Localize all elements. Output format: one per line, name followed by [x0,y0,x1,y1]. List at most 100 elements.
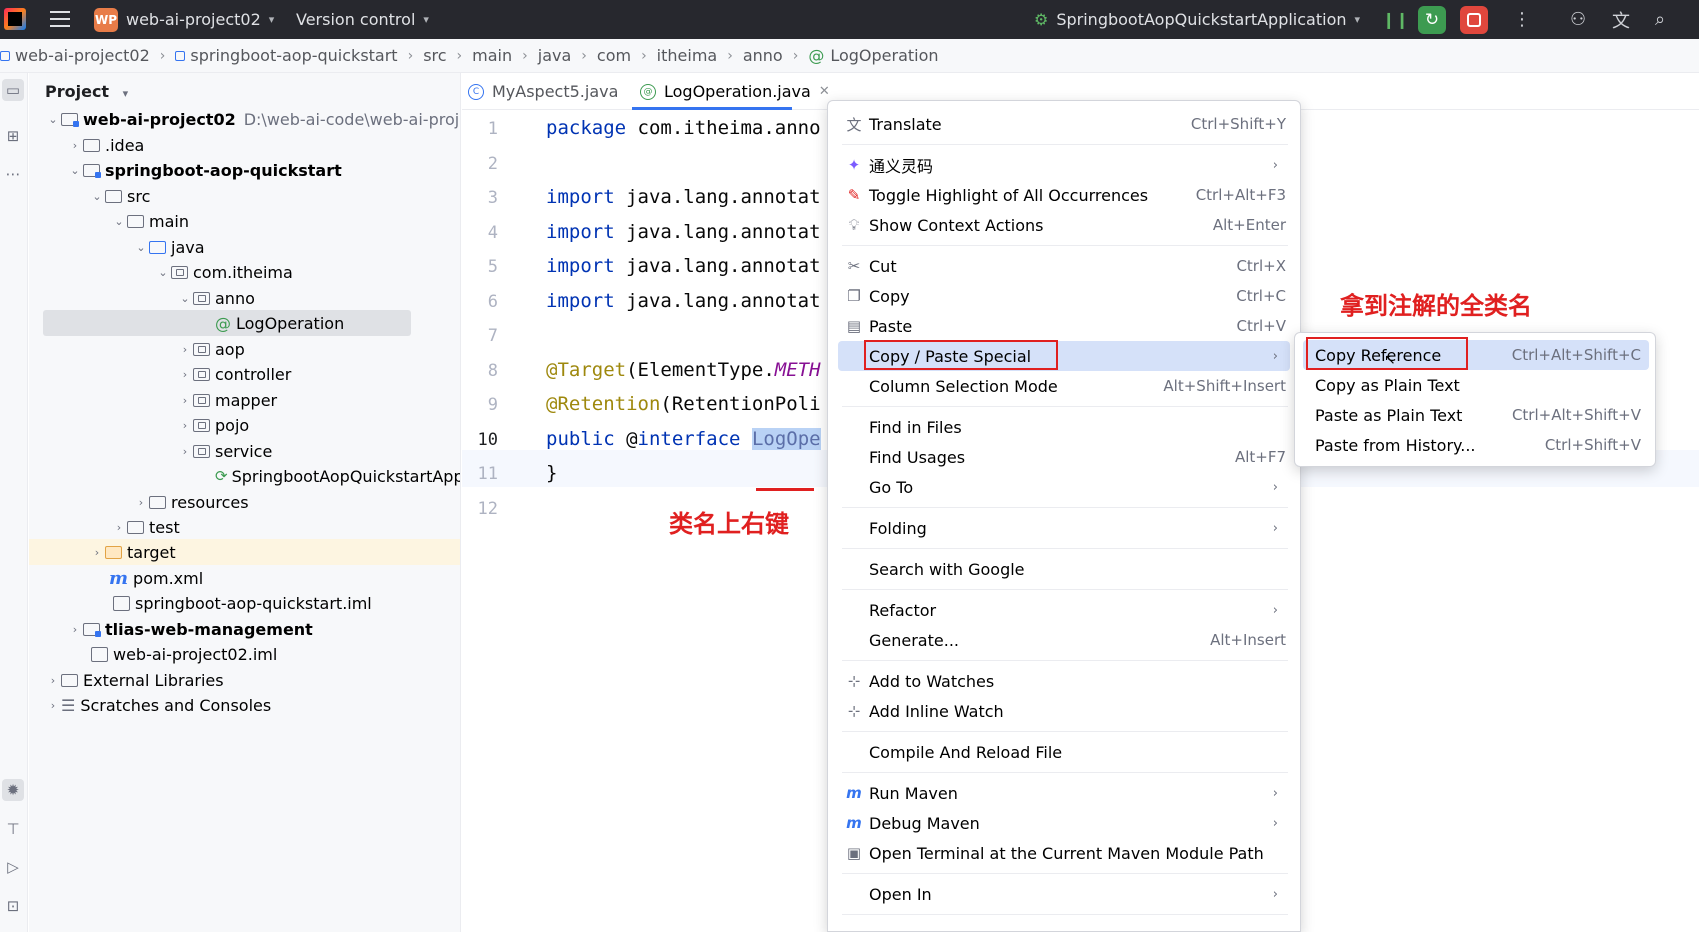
code-line[interactable]: public @interface LogOpe [546,428,821,450]
project-pane-title[interactable]: Project ▾ [45,82,128,101]
tongyi-icon: ✦ [847,156,861,174]
tree-item-springboot-aop-quickstart[interactable]: ⌄ springboot-aop-quickstart [29,157,460,183]
menu-item-find-usages[interactable]: Find Usages Alt+F7 [838,442,1290,472]
menu-item-run-maven[interactable]: m Run Maven › [838,778,1290,808]
annotation-icon: @ [215,313,231,333]
menu-item-translate[interactable]: 文 Translate Ctrl+Shift+Y [838,109,1290,139]
services-tool-icon[interactable]: ▷ [2,856,24,878]
menu-item-open-terminal[interactable]: ▣ Open Terminal at the Current Maven Mod… [838,838,1290,868]
tree-item-controller[interactable]: › controller [29,361,460,387]
menu-item-debug-maven[interactable]: m Debug Maven › [838,808,1290,838]
tab-logoperation[interactable]: @ LogOperation.java ✕ [640,73,830,110]
code-line[interactable]: } [546,462,557,484]
pause-icon[interactable]: ❙❙ [1382,0,1409,39]
close-icon[interactable]: ✕ [819,84,830,99]
tree-item-test[interactable]: › test [29,514,460,540]
tree-item-main[interactable]: ⌄ main [29,208,460,234]
more-tools-icon[interactable]: ⋯ [2,163,24,185]
breadcrumb-item[interactable]: com [597,46,631,65]
project-switcher[interactable]: WP web-ai-project02 ▾ [94,0,274,39]
menu-item-generate[interactable]: Generate... Alt+Insert [838,625,1290,655]
menu-item-paste[interactable]: ▤ Paste Ctrl+V [838,311,1290,341]
menu-item-column-selection[interactable]: Column Selection Mode Alt+Shift+Insert [838,371,1290,401]
menu-separator [842,660,1288,661]
menu-item-cut[interactable]: ✂ Cut Ctrl+X [838,251,1290,281]
run-config-selector[interactable]: ⚙ SpringbootAopQuickstartApplication ▾ [1034,0,1360,39]
code-line[interactable]: import java.lang.annotat [546,221,821,243]
maven-file-icon: m [109,567,129,589]
menu-item-copy[interactable]: ❐ Copy Ctrl+C [838,281,1290,311]
code-line[interactable]: import java.lang.annotat [546,255,821,277]
menu-item-find-in-files[interactable]: Find in Files [838,412,1290,442]
vcs-widget[interactable]: Version control ▾ [296,0,429,39]
submenu-item-copy-plain-text[interactable]: Copy as Plain Text [1303,370,1649,400]
folder-icon [83,138,100,152]
tree-item-external-libraries[interactable]: › External Libraries [29,667,460,693]
chevron-right-icon: › [522,47,528,64]
annotation-note: 类名上右键 [669,510,789,538]
tree-item-idea[interactable]: › .idea [29,132,460,158]
tab-myaspect5[interactable]: C MyAspect5.java [468,73,618,110]
add-user-icon[interactable]: ⚇ [1570,0,1586,39]
menu-separator [842,144,1288,145]
tree-item-aop[interactable]: › aop [29,336,460,362]
tree-item-java[interactable]: ⌄ java [29,234,460,260]
tree-item-src[interactable]: ⌄ src [29,183,460,209]
chevron-down-icon: ▾ [122,87,129,100]
tree-item-project-iml[interactable]: web-ai-project02.iml [29,641,460,667]
menu-item-folding[interactable]: Folding › [838,513,1290,543]
breadcrumb-item[interactable]: java [538,46,572,65]
menu-item-add-inline-watch[interactable]: ⊹ Add Inline Watch [838,696,1290,726]
tree-item-anno[interactable]: ⌄ anno [29,285,460,311]
stop-button[interactable] [1460,0,1488,39]
tree-item-tlias-web-management[interactable]: › tlias-web-management [29,616,460,642]
breadcrumb-item[interactable]: web-ai-project02 [0,46,150,65]
submenu-item-paste-history[interactable]: Paste from History... Ctrl+Shift+V [1303,430,1649,460]
project-tool-icon[interactable]: ▭ [2,79,24,101]
tree-item-target[interactable]: › target [29,539,460,565]
more-actions-icon[interactable]: ⋮ [1513,0,1531,39]
menu-item-search-google[interactable]: Search with Google [838,554,1290,584]
breadcrumb-item[interactable]: springboot-aop-quickstart [175,46,398,65]
menu-item-go-to[interactable]: Go To › [838,472,1290,502]
tree-item-mapper[interactable]: › mapper [29,387,460,413]
structure-tool-icon[interactable]: ⊞ [2,125,24,147]
tree-item-scratches[interactable]: › ☰ Scratches and Consoles [29,692,460,718]
tree-item-application-class[interactable]: ⟳ SpringbootAopQuickstartApp [29,463,460,489]
rerun-button[interactable]: ↻ [1418,0,1446,39]
main-menu-icon[interactable] [50,11,70,27]
breadcrumb-item[interactable]: main [472,46,512,65]
breadcrumb-item[interactable]: itheima [657,46,718,65]
menu-item-tongyi[interactable]: ✦ 通义灵码 › [838,150,1290,180]
code-line[interactable]: @Target(ElementType.METH [546,359,821,381]
translate-icon[interactable]: 文 [1612,0,1630,39]
tree-item-com-itheima[interactable]: ⌄ com.itheima [29,259,460,285]
build-tool-icon[interactable]: ⊤ [2,818,24,840]
breadcrumb-item[interactable]: src [423,46,446,65]
code-line[interactable]: import java.lang.annotat [546,290,821,312]
tree-item-pom-xml[interactable]: m pom.xml [29,565,460,591]
debug-tool-icon[interactable]: ✹ [2,779,24,801]
menu-item-refactor[interactable]: Refactor › [838,595,1290,625]
menu-item-compile-reload[interactable]: Compile And Reload File [838,737,1290,767]
code-line[interactable]: @Retention(RetentionPoli [546,393,821,415]
terminal-tool-icon[interactable]: ⊡ [2,895,24,917]
iml-file-icon [113,595,130,611]
submenu-item-paste-plain-text[interactable]: Paste as Plain Text Ctrl+Alt+Shift+V [1303,400,1649,430]
tree-item-resources[interactable]: › resources [29,489,460,515]
search-icon[interactable]: ⌕ [1655,0,1665,39]
menu-item-context-actions[interactable]: 💡︎ Show Context Actions Alt+Enter [838,210,1290,240]
tree-item-web-ai-project02[interactable]: ⌄ web-ai-project02 D:\web-ai-code\web-ai-… [29,106,460,132]
tree-item-pojo[interactable]: › pojo [29,412,460,438]
breadcrumb-item[interactable]: anno [743,46,783,65]
menu-item-open-in[interactable]: Open In › [838,879,1290,909]
tree-item-service[interactable]: › service [29,438,460,464]
breadcrumb-item[interactable]: @ LogOperation [808,46,938,65]
context-menu: 文 Translate Ctrl+Shift+Y ✦ 通义灵码 › ✎ Togg… [827,100,1301,932]
tree-item-module-iml[interactable]: springboot-aop-quickstart.iml [29,590,460,616]
code-line[interactable]: package com.itheima.anno [546,117,821,139]
menu-item-add-to-watches[interactable]: ⊹ Add to Watches [838,666,1290,696]
tree-item-logoperation[interactable]: @ LogOperation [29,310,460,336]
menu-item-toggle-highlight[interactable]: ✎ Toggle Highlight of All Occurrences Ct… [838,180,1290,210]
code-line[interactable]: import java.lang.annotat [546,186,821,208]
